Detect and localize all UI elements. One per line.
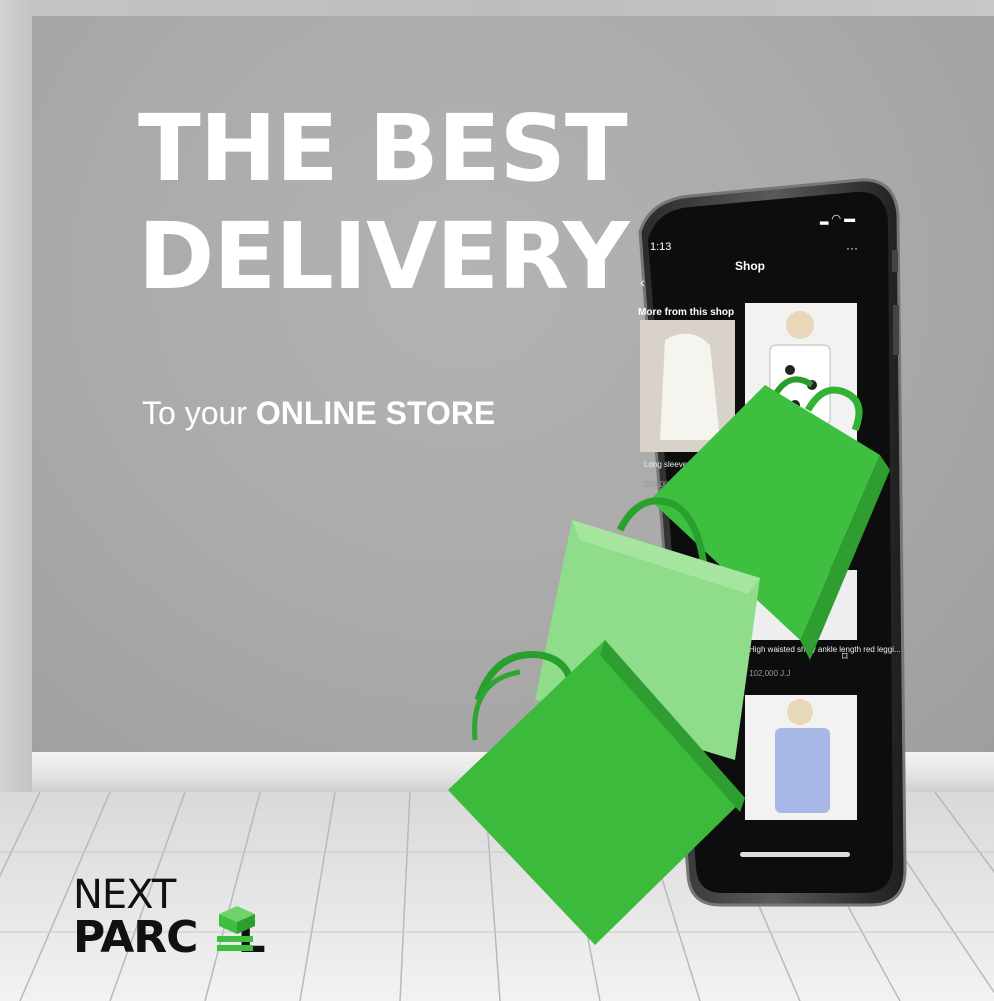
logo-box-icon: [217, 906, 255, 951]
shopping-bags: [448, 376, 890, 945]
ad-canvas: THE BEST DELIVERY To your ONLINE STORE 1…: [0, 0, 994, 1001]
next-parcel-logo: NEXT PARCL: [73, 872, 293, 982]
logo-parcel-part1: PARC: [73, 912, 198, 963]
